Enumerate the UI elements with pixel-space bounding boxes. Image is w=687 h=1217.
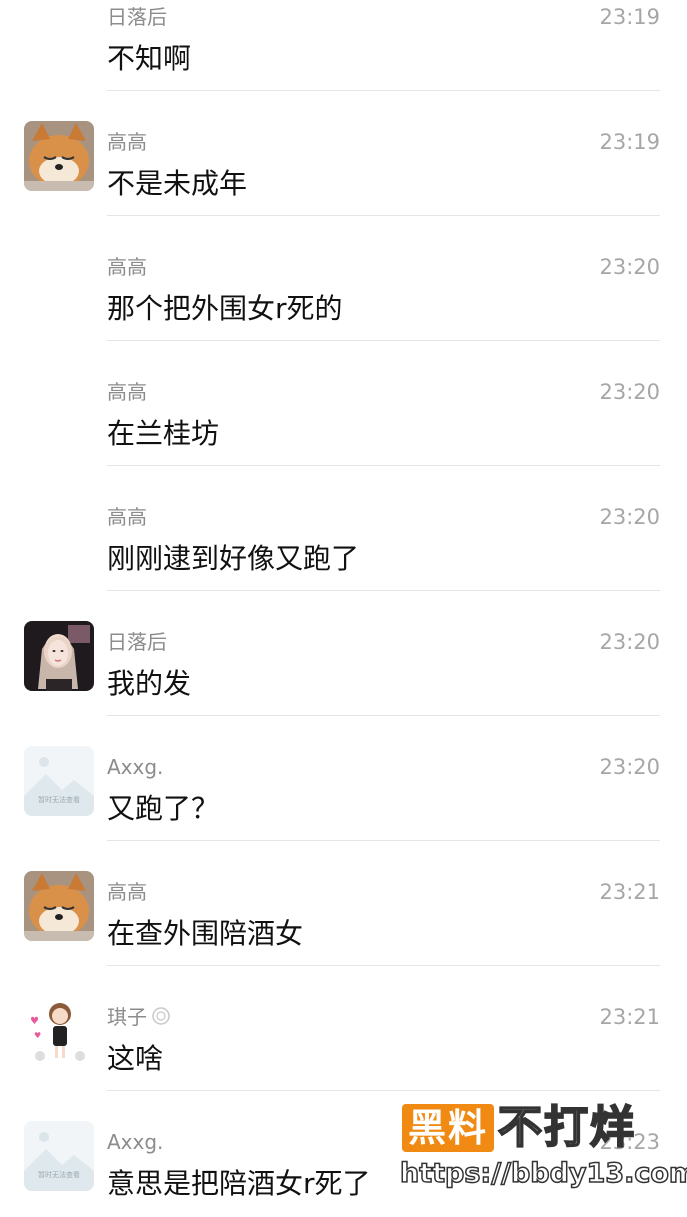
sender-name: Axxg. — [107, 1130, 164, 1154]
message-text: 这啥 — [107, 1042, 164, 1075]
sender-name: 日落后 — [107, 630, 167, 654]
message-row[interactable]: 暂时无法查看 Axxg. 23:20 又跑了？ — [0, 746, 687, 887]
avatar-cartoon[interactable]: ♥ ♥ — [24, 996, 94, 1066]
message-time: 23:20 — [599, 380, 660, 404]
avatar-shiba[interactable] — [24, 871, 94, 941]
message-time: 23:20 — [599, 505, 660, 529]
message-row[interactable]: 高高 23:20 在兰桂坊 — [0, 380, 687, 512]
svg-text:♥: ♥ — [30, 1016, 39, 1027]
message-row[interactable]: 高高 23:20 那个把外围女r死的 — [0, 255, 687, 387]
divider — [107, 590, 660, 591]
message-time: 23:21 — [599, 1005, 660, 1029]
message-time: 23:20 — [599, 630, 660, 654]
sender-name: 日落后 — [107, 5, 167, 29]
chat-history: 日落后 23:19 不知啊 高高 23:19 不是未成年 高高 23:20 那个… — [0, 0, 687, 1217]
divider — [107, 465, 660, 466]
divider — [107, 90, 660, 91]
sender-name: 高高 — [107, 880, 147, 904]
message-row[interactable]: 日落后 23:19 不知啊 — [0, 5, 687, 137]
message-time: 23:20 — [599, 255, 660, 279]
message-text: 不知啊 — [107, 42, 192, 75]
message-time: 23:21 — [599, 880, 660, 904]
message-text: 意思是把陪酒女r死了 — [107, 1167, 371, 1200]
divider — [107, 340, 660, 341]
divider — [107, 215, 660, 216]
message-row[interactable]: 高高 23:21 在查外围陪酒女 — [0, 871, 687, 1012]
watermark-logo: 黑料 不打烊 https://bbdy13.com — [398, 1100, 687, 1195]
sender-name: 高高 — [107, 380, 147, 404]
watermark-url: https://bbdy13.com — [399, 1157, 687, 1190]
sender-name: 高高 — [107, 130, 147, 154]
divider — [107, 965, 660, 966]
flower-badge-icon — [151, 1005, 171, 1033]
sender-name: 琪子 — [107, 1003, 171, 1033]
message-text: 不是未成年 — [107, 167, 248, 200]
sender-name: Axxg. — [107, 755, 164, 779]
avatar-placeholder-image-icon[interactable]: 暂时无法查看 — [24, 746, 94, 816]
avatar-girl[interactable] — [24, 621, 94, 691]
sender-name: 高高 — [107, 255, 147, 279]
watermark-box-text: 黑料 — [407, 1106, 488, 1150]
avatar-placeholder-image-icon[interactable]: 暂时无法查看 — [24, 1121, 94, 1191]
message-text: 又跑了？ — [107, 792, 220, 825]
sender-name-text: 琪子 — [107, 1005, 147, 1029]
message-time: 23:19 — [599, 5, 660, 29]
message-text: 我的发 — [107, 667, 192, 700]
message-text: 刚刚逮到好像又跑了 — [107, 542, 360, 575]
avatar-shiba[interactable] — [24, 121, 94, 191]
divider — [107, 840, 660, 841]
message-text: 在兰桂坊 — [107, 417, 220, 450]
message-row[interactable]: 高高 23:20 刚刚逮到好像又跑了 — [0, 505, 687, 637]
watermark-title: 不打烊 — [497, 1101, 636, 1154]
divider — [107, 1090, 660, 1091]
message-row[interactable]: 高高 23:19 不是未成年 — [0, 121, 687, 262]
message-text: 那个把外围女r死的 — [107, 292, 343, 325]
message-time: 23:20 — [599, 755, 660, 779]
message-text: 在查外围陪酒女 — [107, 917, 304, 950]
message-time: 23:19 — [599, 130, 660, 154]
svg-text:♥: ♥ — [34, 1031, 41, 1040]
divider — [107, 715, 660, 716]
sender-name: 高高 — [107, 505, 147, 529]
placeholder-caption: 暂时无法查看 — [38, 796, 80, 804]
message-row[interactable]: 日落后 23:20 我的发 — [0, 621, 687, 762]
watermark-box: 黑料 — [402, 1104, 494, 1152]
placeholder-caption: 暂时无法查看 — [38, 1171, 80, 1179]
